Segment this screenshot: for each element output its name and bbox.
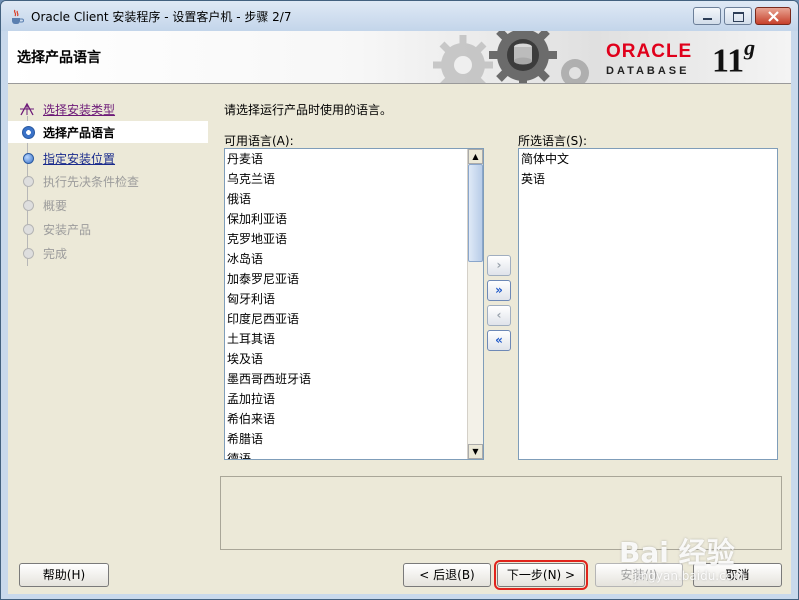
list-item[interactable]: 墨西哥西班牙语 <box>225 369 483 389</box>
title-bar[interactable]: Oracle Client 安装程序 - 设置客户机 - 步骤 2/7 <box>1 1 798 31</box>
message-panel <box>220 476 782 550</box>
list-item[interactable]: 乌克兰语 <box>225 169 483 189</box>
close-icon <box>768 11 779 22</box>
list-item[interactable]: 希伯来语 <box>225 409 483 429</box>
java-cup-icon <box>12 9 24 24</box>
available-languages-label: 可用语言(A): <box>224 134 294 148</box>
selected-languages-items: 简体中文 英语 <box>519 149 777 189</box>
step-label: 完成 <box>43 247 68 261</box>
list-item[interactable]: 简体中文 <box>519 149 777 169</box>
maximize-icon <box>733 12 744 22</box>
list-item[interactable]: 丹麦语 <box>225 149 483 169</box>
cancel-button[interactable]: 取消 <box>693 563 782 587</box>
list-item[interactable]: 保加利亚语 <box>225 209 483 229</box>
close-button[interactable] <box>755 7 791 25</box>
available-list-scrollbar[interactable]: ▲ ▼ <box>467 149 483 459</box>
list-item[interactable]: 埃及语 <box>225 349 483 369</box>
list-item[interactable]: 土耳其语 <box>225 329 483 349</box>
chevron-right-icon: › <box>496 258 502 272</box>
step-install-product: 安装产品 <box>8 218 208 240</box>
step-future-icon <box>23 176 34 187</box>
installer-window: Oracle Client 安装程序 - 设置客户机 - 步骤 2/7 选择产品… <box>0 0 799 600</box>
step-done-icon <box>20 102 34 116</box>
scroll-up-button[interactable]: ▲ <box>468 149 483 164</box>
maximize-button[interactable] <box>724 7 752 25</box>
version-badge: 11g <box>712 35 755 80</box>
next-button[interactable]: 下一步(N) > <box>494 560 588 590</box>
list-item[interactable]: 印度尼西亚语 <box>225 309 483 329</box>
scroll-down-button[interactable]: ▼ <box>468 444 483 459</box>
step-future-icon <box>23 248 34 259</box>
double-chevron-right-icon: » <box>495 283 503 297</box>
gears-banner-image <box>433 31 589 83</box>
selected-languages-list[interactable]: 简体中文 英语 <box>518 148 778 460</box>
list-item[interactable]: 英语 <box>519 169 777 189</box>
step-future-icon <box>23 200 34 211</box>
remove-selected-button[interactable]: ‹ <box>487 305 511 326</box>
step-label: 选择产品语言 <box>43 126 116 140</box>
page-title: 选择产品语言 <box>17 50 101 66</box>
step-summary: 概要 <box>8 194 208 216</box>
list-item[interactable]: 希腊语 <box>225 429 483 449</box>
chevron-left-icon: ‹ <box>496 308 502 322</box>
step-label[interactable]: 选择安装类型 <box>43 101 115 118</box>
remove-all-button[interactable]: « <box>487 330 511 351</box>
arrow-down-icon: ▼ <box>472 447 479 456</box>
available-languages-items: 丹麦语 乌克兰语 俄语 保加利亚语 克罗地亚语 冰岛语 加泰罗尼亚语 匈牙利语 印度尼西亚语 土耳… <box>225 149 483 459</box>
list-item[interactable]: 孟加拉语 <box>225 389 483 409</box>
step-navigator: 选择安装类型 选择产品语言 指定安装位置 执行先决条件检查 概要 安装产品 完成 <box>8 84 208 464</box>
step-current-icon <box>22 126 35 139</box>
list-item[interactable]: 俄语 <box>225 189 483 209</box>
scroll-thumb[interactable] <box>468 164 483 262</box>
add-all-button[interactable]: » <box>487 280 511 301</box>
available-languages-list[interactable]: 丹麦语 乌克兰语 俄语 保加利亚语 克罗地亚语 冰岛语 加泰罗尼亚语 匈牙利语 印度尼西亚语 土耳… <box>224 148 484 460</box>
list-item[interactable]: 加泰罗尼亚语 <box>225 269 483 289</box>
selected-languages-label: 所选语言(S): <box>518 134 588 148</box>
oracle-logo: ORACLE <box>606 41 693 62</box>
step-select-language: 选择产品语言 <box>8 121 208 143</box>
step-future-icon <box>23 224 34 235</box>
version-number: 11 <box>712 42 745 80</box>
step-pending-icon <box>23 153 34 164</box>
add-selected-button[interactable]: › <box>487 255 511 276</box>
step-label: 执行先决条件检查 <box>43 175 140 189</box>
list-item[interactable]: 克罗地亚语 <box>225 229 483 249</box>
installer-header: 选择产品语言 ORACLE DATABASE 11g <box>8 31 791 84</box>
step-finish: 完成 <box>8 242 208 264</box>
minimize-button[interactable] <box>693 7 721 25</box>
database-wordmark: DATABASE <box>606 65 690 77</box>
list-item[interactable]: 冰岛语 <box>225 249 483 269</box>
help-button[interactable]: 帮助(H) <box>19 563 109 587</box>
double-chevron-left-icon: « <box>495 333 503 347</box>
install-button[interactable]: 安装(I) <box>595 563 683 587</box>
step-label[interactable]: 指定安装位置 <box>43 150 115 167</box>
back-button[interactable]: < 后退(B) <box>403 563 491 587</box>
instruction-text: 请选择运行产品时使用的语言。 <box>224 103 393 117</box>
step-label: 安装产品 <box>43 223 92 237</box>
installer-client-area: 选择产品语言 ORACLE DATABASE 11g 选择安装类型 选择产品语言… <box>8 31 791 594</box>
step-select-install-type[interactable]: 选择安装类型 <box>8 98 208 120</box>
arrow-up-icon: ▲ <box>472 152 479 161</box>
step-install-location[interactable]: 指定安装位置 <box>8 147 208 169</box>
list-item[interactable]: 匈牙利语 <box>225 289 483 309</box>
list-item[interactable]: 德语 <box>225 449 483 459</box>
minimize-icon <box>703 18 712 20</box>
version-suffix: g <box>744 35 756 60</box>
window-title: Oracle Client 安装程序 - 设置客户机 - 步骤 2/7 <box>31 10 292 24</box>
step-label: 概要 <box>43 199 68 213</box>
step-prereq-checks: 执行先决条件检查 <box>8 170 208 192</box>
